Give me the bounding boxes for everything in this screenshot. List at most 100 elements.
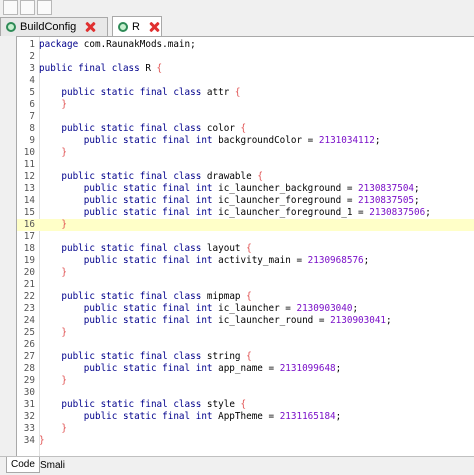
tab-r[interactable]: R	[112, 16, 162, 36]
line-number: 20	[23, 267, 35, 278]
code-text: public static final int backgroundColor …	[39, 135, 381, 147]
code-line[interactable]: 6 }	[17, 99, 474, 111]
line-number: 2	[29, 51, 35, 62]
code-line[interactable]: 19 public static final int activity_main…	[17, 255, 474, 267]
code-text: public static final class drawable {	[39, 171, 263, 183]
code-line[interactable]: 1 package com.RaunakMods.main;	[17, 39, 474, 51]
code-line[interactable]: 26	[17, 339, 474, 351]
code-editor[interactable]: 1 package com.RaunakMods.main; 2 3 public fi…	[16, 36, 474, 456]
line-number: 24	[23, 315, 35, 326]
code-token: string	[201, 351, 247, 362]
code-line[interactable]: 34}	[17, 435, 474, 447]
code-token: public static final class	[39, 399, 202, 410]
code-line[interactable]: 2	[17, 51, 474, 63]
code-token: ic_launcher_foreground_1 =	[212, 207, 370, 218]
code-token: public static final int	[39, 183, 213, 194]
code-token: public static final class	[39, 123, 202, 134]
line-number: 10	[23, 147, 35, 158]
code-line[interactable]: 12 public static final class drawable {	[17, 171, 474, 183]
code-text: }	[39, 267, 67, 279]
tab-smali[interactable]: Smali	[36, 457, 69, 473]
tab-code[interactable]: Code	[6, 457, 40, 473]
code-token: 2130903041	[330, 315, 387, 326]
line-number: 29	[23, 375, 35, 386]
close-icon[interactable]	[148, 21, 160, 33]
code-line[interactable]: 27 public static final class string {	[17, 351, 474, 363]
line-number: 3	[29, 63, 35, 74]
code-token: com.RaunakMods.main;	[78, 39, 196, 50]
code-line[interactable]: 24 public static final int ic_launcher_r…	[17, 315, 474, 327]
code-token: ic_launcher_background =	[212, 183, 359, 194]
code-token: {	[240, 399, 247, 410]
code-token: public static final int	[39, 303, 213, 314]
code-text: public static final int ic_launcher_roun…	[39, 315, 392, 327]
code-text: }	[39, 375, 67, 387]
code-line[interactable]: 5 public static final class attr {	[17, 87, 474, 99]
code-token: ;	[425, 207, 431, 218]
code-line[interactable]: 7	[17, 111, 474, 123]
tab-buildconfig[interactable]: BuildConfig	[0, 17, 108, 36]
code-line[interactable]: 10 }	[17, 147, 474, 159]
code-line[interactable]: 15 public static final int ic_launcher_f…	[17, 207, 474, 219]
code-token: 2130837506	[369, 207, 426, 218]
close-icon[interactable]	[84, 21, 96, 33]
code-token: public static final int	[39, 315, 213, 326]
code-line[interactable]: 16 }	[17, 219, 474, 231]
wrench-icon[interactable]	[3, 0, 18, 15]
line-number: 7	[29, 111, 35, 122]
code-line[interactable]: 32 public static final int AppTheme = 21…	[17, 411, 474, 423]
code-line[interactable]: 28 public static final int app_name = 21…	[17, 363, 474, 375]
page-icon[interactable]	[37, 0, 52, 15]
code-line[interactable]: 23 public static final int ic_launcher =…	[17, 303, 474, 315]
code-line[interactable]: 14 public static final int ic_launcher_f…	[17, 195, 474, 207]
code-text: public static final class attr {	[39, 87, 241, 99]
line-number: 5	[29, 87, 35, 98]
code-line[interactable]: 8 public static final class color {	[17, 123, 474, 135]
code-line[interactable]: 33 }	[17, 423, 474, 435]
code-text: public static final int AppTheme = 21311…	[39, 411, 342, 423]
code-token: public static final class	[39, 351, 202, 362]
toolbar	[0, 0, 474, 17]
code-token: {	[234, 87, 241, 98]
code-line[interactable]: 18 public static final class layout {	[17, 243, 474, 255]
code-text: public static final int ic_launcher_fore…	[39, 195, 420, 207]
code-line[interactable]: 29 }	[17, 375, 474, 387]
code-token: {	[246, 351, 252, 362]
line-number: 16	[23, 219, 35, 230]
code-text: }	[39, 423, 67, 435]
code-token: 2131034112	[318, 135, 375, 146]
code-line[interactable]: 17	[17, 231, 474, 243]
code-line[interactable]: 3 public final class R {	[17, 63, 474, 75]
code-token: 2130968576	[307, 255, 364, 266]
code-line[interactable]: 30	[17, 387, 474, 399]
line-number: 18	[23, 243, 35, 254]
code-line[interactable]: 20 }	[17, 267, 474, 279]
code-line[interactable]: 31 public static final class style {	[17, 399, 474, 411]
code-line[interactable]: 11	[17, 159, 474, 171]
code-token: 2130837504	[358, 183, 415, 194]
code-text: public static final class mipmap {	[39, 291, 251, 303]
code-line[interactable]: 4	[17, 75, 474, 87]
line-number: 6	[29, 99, 35, 110]
code-line[interactable]: 9 public static final int backgroundColo…	[17, 135, 474, 147]
code-token: public static final class	[39, 243, 202, 254]
view-switcher: Code Smali	[0, 456, 474, 475]
line-number: 19	[23, 255, 35, 266]
line-number: 30	[23, 387, 35, 398]
code-token: drawable	[201, 171, 258, 182]
code-token: {	[240, 123, 247, 134]
clipboard-icon[interactable]	[20, 0, 35, 15]
code-text: public static final class color {	[39, 123, 246, 135]
code-line[interactable]: 25 }	[17, 327, 474, 339]
code-token: }	[39, 327, 67, 338]
code-token: ic_launcher =	[212, 303, 297, 314]
code-token: public static final class	[39, 87, 202, 98]
line-number: 31	[23, 399, 35, 410]
code-text: }	[39, 147, 67, 159]
code-line[interactable]: 22 public static final class mipmap {	[17, 291, 474, 303]
code-line[interactable]: 13 public static final int ic_launcher_b…	[17, 183, 474, 195]
code-token: public static final class	[39, 291, 202, 302]
line-number: 15	[23, 207, 35, 218]
code-line[interactable]: 21	[17, 279, 474, 291]
code-token: ;	[414, 183, 420, 194]
